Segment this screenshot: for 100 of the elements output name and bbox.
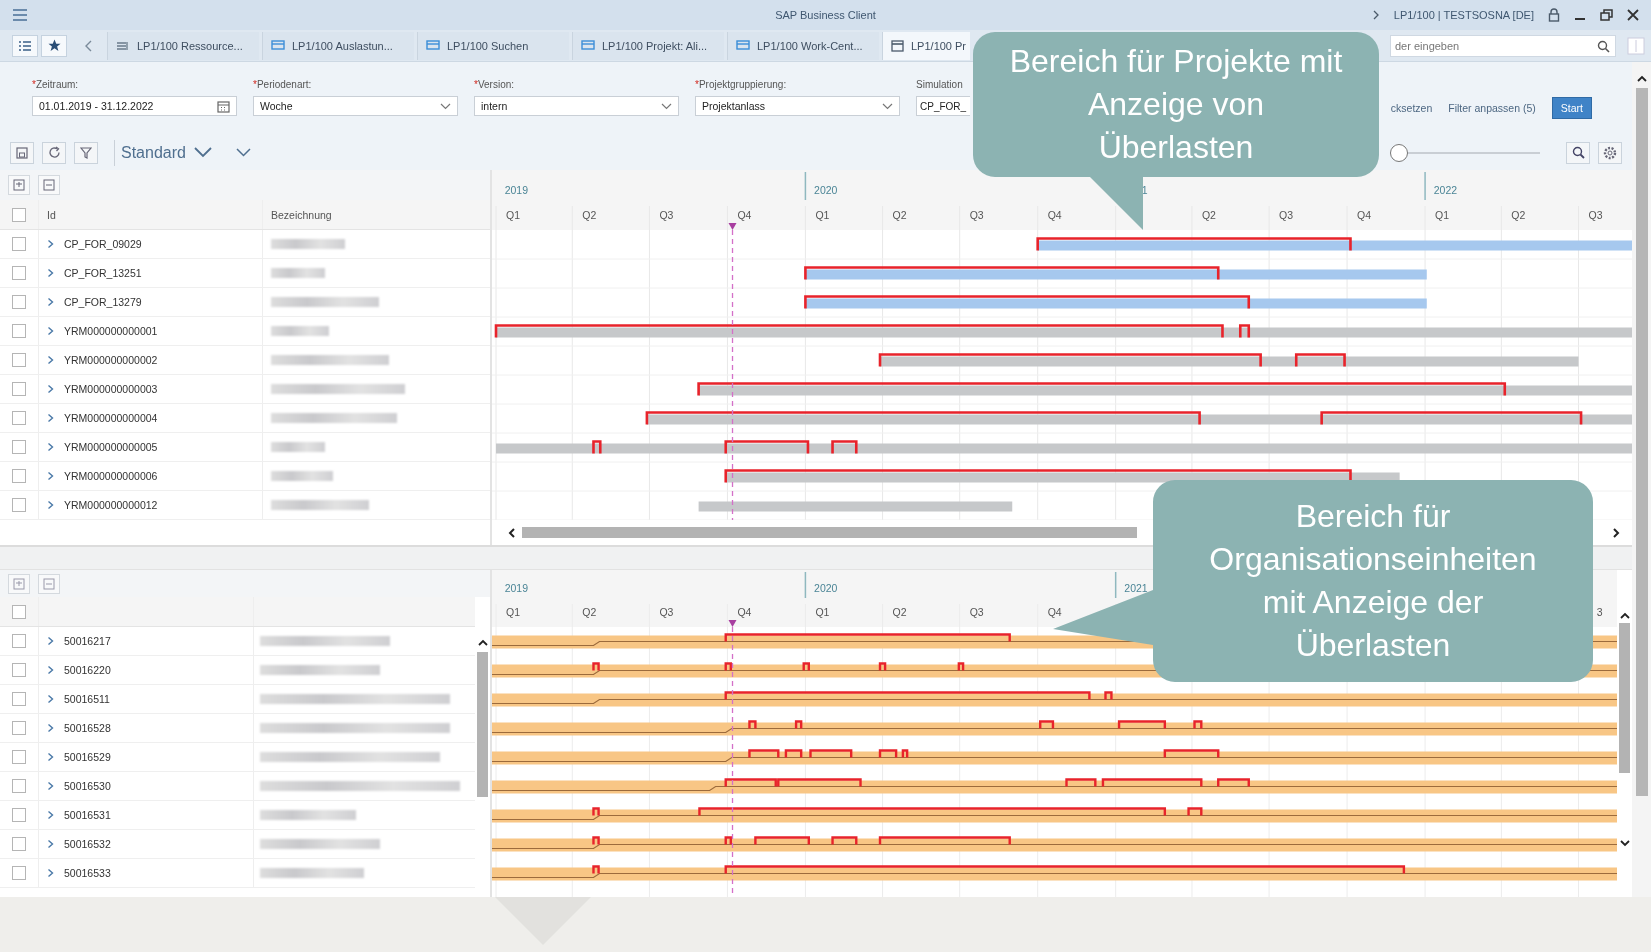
expand-chevron-icon[interactable] bbox=[47, 471, 54, 481]
chevron-up-icon[interactable] bbox=[1636, 75, 1647, 82]
expand-all-button[interactable] bbox=[8, 175, 30, 195]
expand-all-button[interactable] bbox=[8, 573, 30, 594]
tab[interactable]: LP1/100 Auslastun... bbox=[262, 31, 414, 60]
checkbox[interactable] bbox=[12, 808, 26, 822]
checkbox[interactable] bbox=[12, 498, 26, 512]
save-button[interactable] bbox=[10, 141, 34, 164]
caret-icon[interactable] bbox=[882, 102, 893, 110]
checkbox[interactable] bbox=[12, 604, 26, 619]
expand-chevron-icon[interactable] bbox=[47, 665, 54, 675]
refresh-button[interactable] bbox=[42, 141, 66, 164]
expand-icon bbox=[13, 577, 25, 590]
slider-thumb[interactable] bbox=[1390, 143, 1408, 162]
collapse-all-button[interactable] bbox=[38, 573, 60, 594]
chevron-down-icon[interactable] bbox=[1619, 840, 1630, 847]
caret-icon[interactable] bbox=[440, 102, 451, 110]
expand-chevron-icon[interactable] bbox=[47, 326, 54, 336]
scrollbar-thumb[interactable] bbox=[477, 652, 488, 797]
expand-chevron-icon[interactable] bbox=[47, 268, 54, 278]
chevron-right-icon[interactable] bbox=[1612, 527, 1620, 538]
zoom-button[interactable] bbox=[1566, 141, 1590, 164]
caret-icon[interactable] bbox=[661, 102, 672, 110]
expand-chevron-icon[interactable] bbox=[47, 413, 54, 423]
lock-icon[interactable] bbox=[1548, 8, 1560, 22]
column-header[interactable]: Bezeichnung bbox=[263, 200, 490, 229]
filter-button[interactable] bbox=[74, 141, 98, 164]
overload-marker bbox=[754, 836, 810, 845]
expand-chevron-icon[interactable] bbox=[47, 636, 54, 646]
expand-chevron-icon[interactable] bbox=[47, 384, 54, 394]
expand-chevron-icon[interactable] bbox=[47, 442, 54, 452]
scrollbar-thumb[interactable] bbox=[522, 527, 1137, 538]
checkbox[interactable] bbox=[12, 663, 26, 677]
close-icon[interactable] bbox=[1627, 9, 1639, 21]
overload-marker bbox=[748, 749, 780, 758]
filter-field[interactable]: Woche bbox=[253, 96, 458, 116]
checkbox[interactable] bbox=[12, 237, 26, 251]
column-header[interactable]: Id bbox=[39, 200, 263, 229]
scrollbar-thumb[interactable] bbox=[1619, 623, 1630, 773]
callout-text: Bereich für Projekte mit Anzeige von Überlasten bbox=[1009, 42, 1343, 167]
chevron-up-icon[interactable] bbox=[1619, 612, 1630, 619]
expand-chevron-icon[interactable] bbox=[47, 239, 54, 249]
expand-chevron-icon[interactable] bbox=[47, 868, 54, 878]
filter-field[interactable]: Projektanlass bbox=[695, 96, 900, 116]
field-label: *Zeitraum: bbox=[32, 79, 80, 90]
tab[interactable]: LP1/100 Pr bbox=[882, 31, 970, 60]
chevron-left-icon[interactable] bbox=[508, 527, 516, 538]
filter-field[interactable]: 01.01.2019 - 31.12.2022 bbox=[32, 96, 237, 116]
checkbox[interactable] bbox=[12, 207, 26, 222]
year-label: 2022 bbox=[1433, 184, 1458, 196]
list-button[interactable] bbox=[12, 34, 38, 57]
expand-chevron-icon[interactable] bbox=[47, 694, 54, 704]
filter-field[interactable]: intern bbox=[474, 96, 679, 116]
table-cell: 50016528 bbox=[64, 722, 111, 734]
expand-chevron-icon[interactable] bbox=[47, 781, 54, 791]
checkbox[interactable] bbox=[12, 692, 26, 706]
filter-link[interactable]: cksetzen bbox=[1390, 102, 1433, 114]
checkbox[interactable] bbox=[12, 634, 26, 648]
calendar-icon[interactable] bbox=[217, 99, 230, 113]
filter-link[interactable]: Filter anpassen (5) bbox=[1448, 102, 1536, 114]
collapse-all-button[interactable] bbox=[38, 175, 60, 195]
filter-field[interactable]: CP_FOR_ bbox=[916, 96, 970, 116]
tab[interactable]: LP1/100 Suchen bbox=[417, 31, 569, 60]
tab[interactable]: LP1/100 Projekt: Ali... bbox=[572, 31, 724, 60]
checkbox[interactable] bbox=[12, 440, 26, 454]
checkbox[interactable] bbox=[12, 353, 26, 367]
tab[interactable]: LP1/100 Work-Cent... bbox=[727, 31, 879, 60]
expand-chevron-icon[interactable] bbox=[47, 839, 54, 849]
checkbox[interactable] bbox=[12, 411, 26, 425]
scrollbar-thumb[interactable] bbox=[1635, 88, 1648, 796]
tab[interactable]: LP1/100 Ressource... bbox=[107, 31, 259, 60]
expand-chevron-icon[interactable] bbox=[47, 810, 54, 820]
checkbox[interactable] bbox=[12, 266, 26, 280]
checkbox[interactable] bbox=[12, 779, 26, 793]
checkbox[interactable] bbox=[12, 866, 26, 880]
project-bar[interactable] bbox=[725, 472, 1400, 483]
search-icon[interactable] bbox=[1597, 39, 1610, 53]
expand-chevron-icon[interactable] bbox=[47, 723, 54, 733]
checkbox[interactable] bbox=[12, 469, 26, 483]
calendar-icon bbox=[891, 39, 904, 52]
checkbox[interactable] bbox=[12, 837, 26, 851]
chevron-up-icon[interactable] bbox=[477, 639, 488, 646]
expand-chevron-icon[interactable] bbox=[47, 355, 54, 365]
favorites-button[interactable] bbox=[41, 34, 67, 57]
checkbox[interactable] bbox=[12, 750, 26, 764]
checkbox[interactable] bbox=[12, 324, 26, 338]
quarter-label: Q3 bbox=[969, 209, 984, 221]
expand-chevron-icon[interactable] bbox=[47, 752, 54, 762]
checkbox[interactable] bbox=[12, 721, 26, 735]
expand-chevron-icon[interactable] bbox=[47, 297, 54, 307]
start-button[interactable]: Start bbox=[1551, 97, 1592, 119]
search-field[interactable]: der eingeben bbox=[1390, 34, 1616, 57]
variant-dropdown[interactable]: Standard bbox=[114, 139, 218, 166]
settings-button[interactable] bbox=[1598, 141, 1622, 164]
checkbox[interactable] bbox=[12, 295, 26, 309]
expand-chevron-icon[interactable] bbox=[47, 500, 54, 510]
restore-icon[interactable] bbox=[1600, 9, 1613, 21]
overload-marker bbox=[592, 662, 600, 671]
checkbox[interactable] bbox=[12, 382, 26, 396]
menu-icon[interactable] bbox=[12, 8, 28, 22]
